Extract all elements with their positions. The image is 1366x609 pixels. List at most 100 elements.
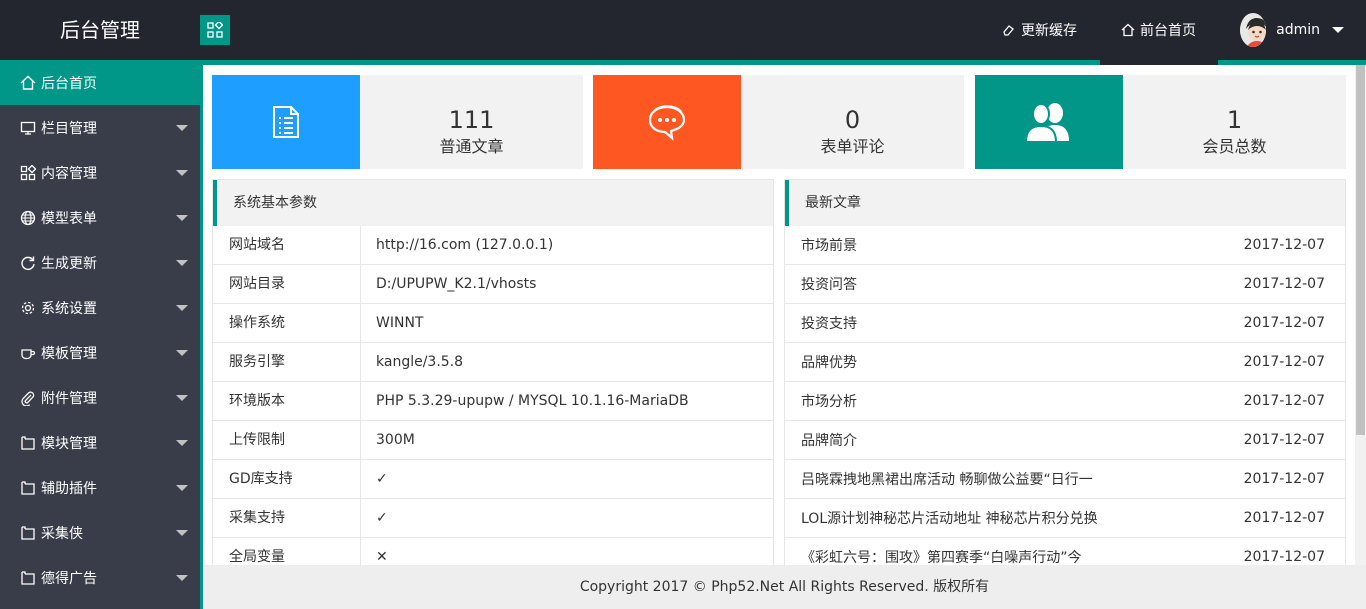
sidebar-item-modules[interactable]: 模块管理	[0, 420, 200, 465]
stat-card-members[interactable]: 1 会员总数	[975, 75, 1346, 169]
stat-value: 0	[844, 106, 861, 134]
stat-card-articles[interactable]: 111 普通文章	[212, 75, 583, 169]
footer-copyright: Copyright 2017 ©	[579, 579, 707, 595]
article-date: 2017-12-07	[1243, 237, 1325, 253]
chevron-down-icon	[176, 125, 188, 131]
check-icon: ✓	[376, 510, 388, 526]
sidebar-item-label: 后台首页	[41, 75, 97, 92]
row-value: 300M	[376, 432, 415, 448]
list-item[interactable]: 吕晓霖拽地黑裙出席活动 畅聊做公益要“日行一 2017-12-07	[785, 460, 1345, 499]
sidebar-item-label: 模块管理	[41, 435, 97, 452]
users-icon	[1024, 103, 1069, 143]
stat-value: 111	[448, 106, 495, 134]
row-key: 采集支持	[213, 498, 361, 538]
chat-icon	[648, 105, 686, 141]
nav-update-cache-label: 更新缓存	[1021, 23, 1077, 39]
footer-rights: All Rights Reserved. 版权所有	[788, 579, 990, 595]
article-title[interactable]: 品牌简介	[801, 430, 857, 450]
stat-icon-box	[975, 75, 1123, 169]
chevron-down-icon	[176, 440, 188, 446]
article-title[interactable]: 《彩虹六号：围攻》第四赛季“白噪声行动”今	[801, 547, 1082, 565]
chevron-down-icon	[176, 530, 188, 536]
main-content: 111 普通文章 0 表单评论 1 会员总数 系统基本参数 网站域名 http:…	[203, 65, 1355, 565]
list-item[interactable]: 《彩虹六号：围攻》第四赛季“白噪声行动”今 2017-12-07	[785, 538, 1345, 565]
home-icon	[20, 75, 36, 90]
article-date: 2017-12-07	[1243, 510, 1325, 526]
module-icon	[21, 525, 35, 540]
sidebar-item-attachments[interactable]: 附件管理	[0, 375, 200, 420]
panel-title: 系统基本参数	[213, 180, 773, 226]
menu-toggle-button[interactable]	[200, 15, 230, 45]
sidebar-item-templates[interactable]: 模板管理	[0, 330, 200, 375]
table-row: 上传限制 300M	[213, 420, 773, 460]
eraser-icon	[1003, 25, 1014, 36]
stat-label: 普通文章	[439, 137, 504, 156]
sidebar-item-model-form[interactable]: 模型表单	[0, 195, 200, 240]
sidebar-item-collector[interactable]: 采集侠	[0, 510, 200, 555]
article-date: 2017-12-07	[1243, 393, 1325, 409]
cross-icon: ✕	[376, 549, 388, 565]
list-item[interactable]: LOL源计划神秘芯片活动地址 神秘芯片积分兑换 2017-12-07	[785, 499, 1345, 538]
avatar	[1240, 13, 1267, 47]
row-key: 网站域名	[213, 225, 361, 265]
nav-update-cache[interactable]: 更新缓存	[980, 0, 1099, 60]
module-icon	[21, 435, 35, 450]
table-row: 采集支持 ✓	[213, 498, 773, 538]
list-item[interactable]: 品牌优势 2017-12-07	[785, 343, 1345, 382]
apps-icon	[207, 22, 223, 38]
sidebar-item-content[interactable]: 内容管理	[0, 150, 200, 195]
article-title[interactable]: 品牌优势	[801, 352, 857, 372]
table-row: 网站目录 D:/UPUPW_K2.1/vhosts	[213, 264, 773, 304]
sidebar-item-label: 附件管理	[41, 390, 97, 407]
article-title[interactable]: 市场分析	[801, 391, 857, 411]
globe-icon	[20, 210, 36, 225]
sidebar-item-plugins[interactable]: 辅助插件	[0, 465, 200, 510]
article-title[interactable]: LOL源计划神秘芯片活动地址 神秘芯片积分兑换	[801, 508, 1098, 528]
gear-icon	[21, 301, 35, 314]
main-scrollbar[interactable]	[1355, 65, 1366, 565]
table-row: 操作系统 WINNT	[213, 303, 773, 343]
row-key: GD库支持	[213, 459, 361, 499]
article-title[interactable]: 市场前景	[801, 235, 857, 255]
sidebar-item-label: 采集侠	[41, 525, 83, 542]
row-key: 全局变量	[213, 537, 361, 565]
chevron-down-icon	[176, 260, 188, 266]
document-icon	[273, 106, 299, 138]
article-title[interactable]: 投资问答	[801, 274, 857, 294]
row-key: 环境版本	[213, 381, 361, 421]
sidebar: 后台首页 栏目管理 内容管理 模型表单 生成更新 系统设置 模板管理 附件管理 …	[0, 60, 200, 609]
stat-card-comments[interactable]: 0 表单评论	[593, 75, 964, 169]
chevron-down-icon	[176, 485, 188, 491]
article-date: 2017-12-07	[1243, 471, 1325, 487]
list-item[interactable]: 市场前景 2017-12-07	[785, 226, 1345, 265]
user-menu[interactable]: admin	[1218, 0, 1366, 60]
chevron-down-icon	[1332, 27, 1344, 33]
list-item[interactable]: 投资问答 2017-12-07	[785, 265, 1345, 304]
row-value: http://16.com (127.0.0.1)	[376, 237, 554, 253]
row-value: PHP 5.3.29-upupw / MYSQL 10.1.16-MariaDB	[376, 393, 689, 409]
footer-brand-link[interactable]: Php52.Net	[711, 579, 784, 595]
chevron-down-icon	[176, 215, 188, 221]
sidebar-item-label: 辅助插件	[41, 480, 97, 497]
nav-frontend-home[interactable]: 前台首页	[1099, 0, 1218, 60]
sidebar-item-settings[interactable]: 系统设置	[0, 285, 200, 330]
sidebar-item-label: 内容管理	[41, 165, 97, 182]
monitor-icon	[20, 121, 36, 135]
sidebar-item-label: 德得广告	[41, 570, 97, 587]
scrollbar-thumb[interactable]	[1356, 65, 1365, 435]
sidebar-item-label: 栏目管理	[41, 120, 97, 137]
chevron-down-icon	[176, 305, 188, 311]
article-date: 2017-12-07	[1243, 432, 1325, 448]
row-key: 服务引擎	[213, 342, 361, 382]
list-item[interactable]: 品牌简介 2017-12-07	[785, 421, 1345, 460]
row-value: D:/UPUPW_K2.1/vhosts	[376, 276, 537, 292]
article-title[interactable]: 吕晓霖拽地黑裙出席活动 畅聊做公益要“日行一	[801, 469, 1093, 489]
sidebar-item-ads[interactable]: 德得广告	[0, 555, 200, 600]
article-title[interactable]: 投资支持	[801, 313, 857, 333]
sidebar-item-home[interactable]: 后台首页	[0, 60, 200, 105]
list-item[interactable]: 投资支持 2017-12-07	[785, 304, 1345, 343]
sidebar-item-generate[interactable]: 生成更新	[0, 240, 200, 285]
system-info-panel: 系统基本参数 网站域名 http://16.com (127.0.0.1) 网站目…	[212, 179, 774, 565]
sidebar-item-columns[interactable]: 栏目管理	[0, 105, 200, 150]
list-item[interactable]: 市场分析 2017-12-07	[785, 382, 1345, 421]
